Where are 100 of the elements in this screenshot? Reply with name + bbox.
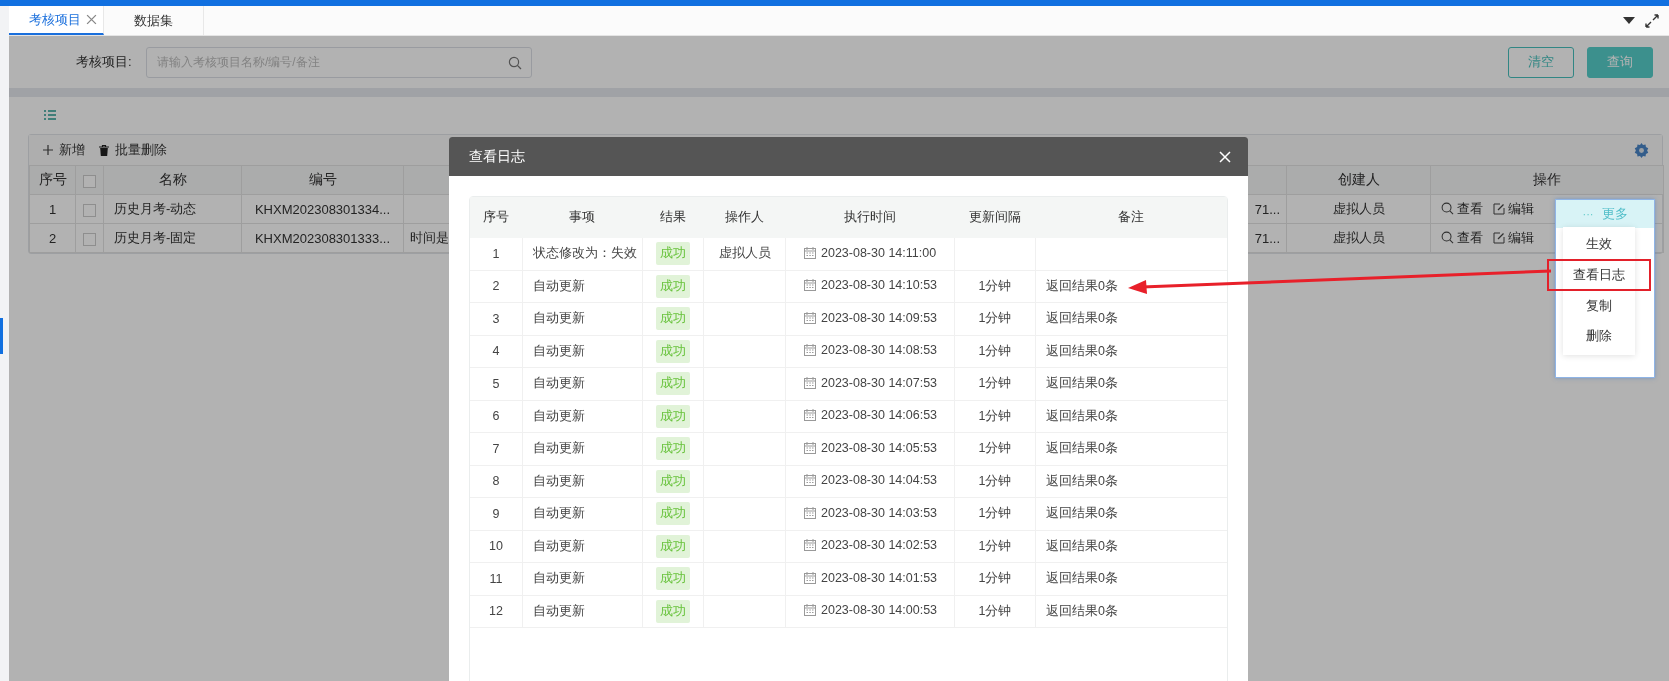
calendar-icon — [804, 376, 816, 389]
table-cell: 状态修改为：失效 — [522, 238, 643, 270]
add-button[interactable]: 新增 — [43, 141, 85, 159]
table-cell: 2023-08-30 14:07:53 — [821, 375, 938, 390]
table-cell: 1分钟 — [954, 595, 1036, 628]
table-cell: 自动更新 — [522, 432, 643, 465]
table-cell: KHXM202308301333... — [241, 223, 404, 253]
table-cell: 5 — [470, 367, 523, 400]
table-cell: 返回结果0条 — [1035, 335, 1227, 368]
table-cell: 自动更新 — [522, 595, 643, 628]
column-header: 备注 — [1035, 197, 1227, 238]
column-header: 序号 — [470, 197, 523, 238]
table-cell: 2023-08-30 14:05:53 — [821, 440, 938, 455]
close-icon[interactable] — [86, 14, 97, 25]
calendar-icon — [804, 409, 816, 422]
column-header: 创建人 — [1286, 165, 1431, 195]
filter-label: 考核项目: — [76, 53, 133, 71]
caret-down-icon[interactable] — [1623, 16, 1635, 25]
column-header: 序号 — [29, 165, 76, 195]
table-cell: 3 — [470, 302, 523, 335]
checkbox[interactable] — [83, 232, 96, 246]
menu-item[interactable]: 删除 — [1563, 321, 1635, 351]
table-cell: 2 — [470, 270, 523, 303]
table-cell: 2023-08-30 14:03:53 — [821, 505, 938, 520]
status-tag: 成功 — [656, 599, 690, 623]
table-cell: 历史月考-固定 — [103, 223, 242, 253]
table-cell: 12 — [470, 595, 523, 628]
table-cell: 11 — [470, 562, 523, 595]
edit-link[interactable]: 编辑 — [1493, 229, 1534, 248]
status-tag: 成功 — [656, 372, 690, 396]
table-cell: 返回结果0条 — [1035, 465, 1227, 498]
menu-item[interactable]: 查看日志 — [1547, 259, 1651, 291]
table-cell: 自动更新 — [522, 335, 643, 368]
table-cell: 1 — [470, 238, 523, 270]
table-cell: 1分钟 — [954, 302, 1036, 335]
calendar-icon — [804, 441, 816, 454]
view-link[interactable]: 查看 — [1441, 199, 1483, 218]
checkbox[interactable] — [83, 203, 96, 217]
table-cell: 1分钟 — [954, 497, 1036, 530]
tab[interactable]: 考核项目 — [9, 6, 104, 35]
calendar-icon — [804, 539, 816, 552]
edit-icon — [1493, 203, 1505, 216]
table-cell: 1分钟 — [954, 400, 1036, 433]
tab[interactable]: 数据集 — [104, 6, 204, 35]
view-link[interactable]: 查看 — [1441, 228, 1483, 247]
status-tag: 成功 — [656, 567, 690, 591]
table-cell: 2023-08-30 14:00:53 — [821, 603, 938, 618]
table-cell: 虚拟人员 — [1286, 194, 1431, 224]
fullscreen-icon[interactable] — [1645, 13, 1659, 28]
table-cell: 返回结果0条 — [1035, 432, 1227, 465]
table-cell: 1分钟 — [954, 562, 1036, 595]
table-cell: 4 — [470, 335, 523, 368]
table-cell: 返回结果0条 — [1035, 367, 1227, 400]
calendar-icon — [804, 604, 816, 617]
menu-item[interactable]: 复制 — [1563, 291, 1635, 321]
table-cell: 自动更新 — [522, 270, 643, 303]
table-cell: 10 — [470, 530, 523, 563]
table-cell: 1分钟 — [954, 465, 1036, 498]
calendar-icon — [804, 279, 816, 292]
table-cell: 虚拟人员 — [1286, 223, 1431, 253]
edit-link[interactable]: 编辑 — [1493, 200, 1534, 219]
table-cell: 自动更新 — [522, 400, 643, 433]
status-tag: 成功 — [656, 502, 690, 526]
calendar-icon — [804, 311, 816, 324]
status-tag: 成功 — [656, 469, 690, 493]
table-cell: 返回结果0条 — [1035, 562, 1227, 595]
column-header: 操作 — [1430, 165, 1664, 195]
search-icon — [1441, 231, 1454, 245]
calendar-icon — [804, 571, 816, 584]
table-cell: 1分钟 — [954, 367, 1036, 400]
table-cell: 自动更新 — [522, 562, 643, 595]
table-cell: 返回结果0条 — [1035, 497, 1227, 530]
table-cell: 2023-08-30 14:04:53 — [821, 473, 938, 488]
dialog-title: 查看日志 — [469, 147, 525, 166]
table-cell: 2023-08-30 14:01:53 — [821, 570, 938, 585]
table-cell: 1分钟 — [954, 270, 1036, 303]
column-header: 更新间隔 — [954, 197, 1036, 238]
column-header: 操作人 — [703, 197, 786, 238]
table-cell: 自动更新 — [522, 497, 643, 530]
status-tag: 成功 — [656, 307, 690, 331]
calendar-icon — [804, 246, 816, 259]
checkbox[interactable] — [83, 174, 96, 188]
menu-item[interactable]: 生效 — [1563, 229, 1635, 259]
table-cell: 2023-08-30 14:02:53 — [821, 538, 938, 553]
trash-icon — [99, 144, 109, 156]
list-icon[interactable] — [44, 110, 56, 120]
delete-button[interactable]: 批量删除 — [99, 141, 167, 159]
table-cell: 返回结果0条 — [1035, 400, 1227, 433]
table-cell: 返回结果0条 — [1035, 595, 1227, 628]
table-cell: 2023-08-30 14:10:53 — [821, 278, 938, 293]
table-cell: 1分钟 — [954, 335, 1036, 368]
table-cell: 自动更新 — [522, 302, 643, 335]
table-cell: 6 — [470, 400, 523, 433]
table-cell: 1分钟 — [954, 432, 1036, 465]
status-tag: 成功 — [656, 404, 690, 428]
column-header: 事项 — [522, 197, 643, 238]
status-tag: 成功 — [656, 274, 690, 298]
search-icon[interactable] — [508, 55, 522, 70]
settings-icon[interactable] — [1634, 142, 1649, 158]
status-tag: 成功 — [656, 339, 690, 363]
